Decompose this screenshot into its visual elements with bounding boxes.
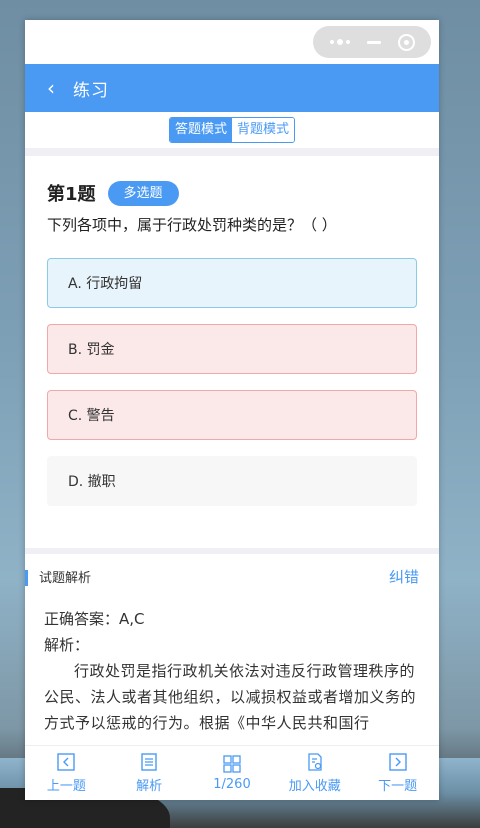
answer-mode-button[interactable]: 答题模式: [169, 118, 232, 142]
prev-question-button[interactable]: 上一题: [29, 752, 103, 794]
analysis-label: 解析：: [44, 636, 90, 654]
capsule-menu: [313, 26, 431, 58]
analysis-button[interactable]: 解析: [112, 752, 186, 794]
bottom-toolbar: 上一题 解析 1/260 加入收藏 下一题: [25, 745, 439, 800]
status-bar: [25, 20, 439, 64]
question-type-badge: 多选题: [107, 180, 179, 206]
analysis-label: 解析: [136, 778, 163, 794]
option-c[interactable]: C. 警告: [47, 390, 417, 440]
option-label: B. 罚金: [68, 342, 115, 358]
prev-label: 上一题: [46, 778, 86, 794]
minimize-icon[interactable]: [366, 40, 381, 44]
correct-answer: 正确答案：A,C: [44, 610, 145, 628]
option-b[interactable]: B. 罚金: [47, 324, 417, 374]
analysis-header: 试题解析 纠错: [25, 554, 439, 598]
analysis-body: 正确答案：A,C 解析： 行政处罚是指行政机关依法对违反行政管理秩序的公民、法人…: [25, 598, 439, 736]
divider: [25, 148, 439, 156]
analysis-text: 行政处罚是指行政机关依法对违反行政管理秩序的公民、法人或者其他组织，以减损权益或…: [44, 662, 417, 732]
more-icon[interactable]: [329, 39, 350, 45]
mode-switch: 答题模式 背题模式: [168, 117, 296, 143]
question-card: 第1题 多选题 下列各项中，属于行政处罚种类的是？（ ） A. 行政拘留 B. …: [25, 156, 439, 548]
next-question-button[interactable]: 下一题: [361, 752, 435, 794]
chevron-left-icon[interactable]: ‹: [47, 78, 73, 98]
question-grid-button[interactable]: 1/260: [195, 754, 269, 792]
option-d[interactable]: D. 撤职: [47, 456, 417, 506]
option-a[interactable]: A. 行政拘留: [47, 258, 417, 308]
mini-program-window: ‹ 练习 答题模式 背题模式 第1题 多选题 下列各项中，属于行政处罚种类的是？…: [25, 20, 439, 800]
document-icon: [141, 752, 157, 771]
analysis-title: 试题解析: [39, 570, 92, 586]
page-title: 练习: [73, 80, 109, 101]
close-icon[interactable]: [397, 33, 415, 51]
grid-icon: [223, 754, 241, 773]
question-text: 下列各项中，属于行政处罚种类的是？（ ）: [47, 216, 337, 234]
report-error-link[interactable]: 纠错: [389, 566, 419, 587]
next-label: 下一题: [378, 778, 418, 794]
option-label: C. 警告: [68, 408, 115, 424]
options-list: A. 行政拘留 B. 罚金 C. 警告 D. 撤职: [47, 258, 417, 506]
nav-bar: ‹ 练习: [25, 64, 439, 112]
favorite-label: 加入收藏: [288, 778, 341, 794]
option-label: D. 撤职: [68, 474, 116, 490]
bookmark-doc-icon: [308, 752, 322, 771]
recite-mode-button[interactable]: 背题模式: [232, 118, 295, 142]
add-favorite-button[interactable]: 加入收藏: [278, 752, 352, 794]
question-number: 第1题: [47, 184, 96, 205]
chevron-right-box-icon: [388, 752, 407, 771]
mode-bar: 答题模式 背题模式: [25, 112, 439, 148]
chevron-left-box-icon: [57, 752, 76, 771]
option-label: A. 行政拘留: [68, 276, 143, 292]
progress-label: 1/260: [213, 776, 251, 792]
